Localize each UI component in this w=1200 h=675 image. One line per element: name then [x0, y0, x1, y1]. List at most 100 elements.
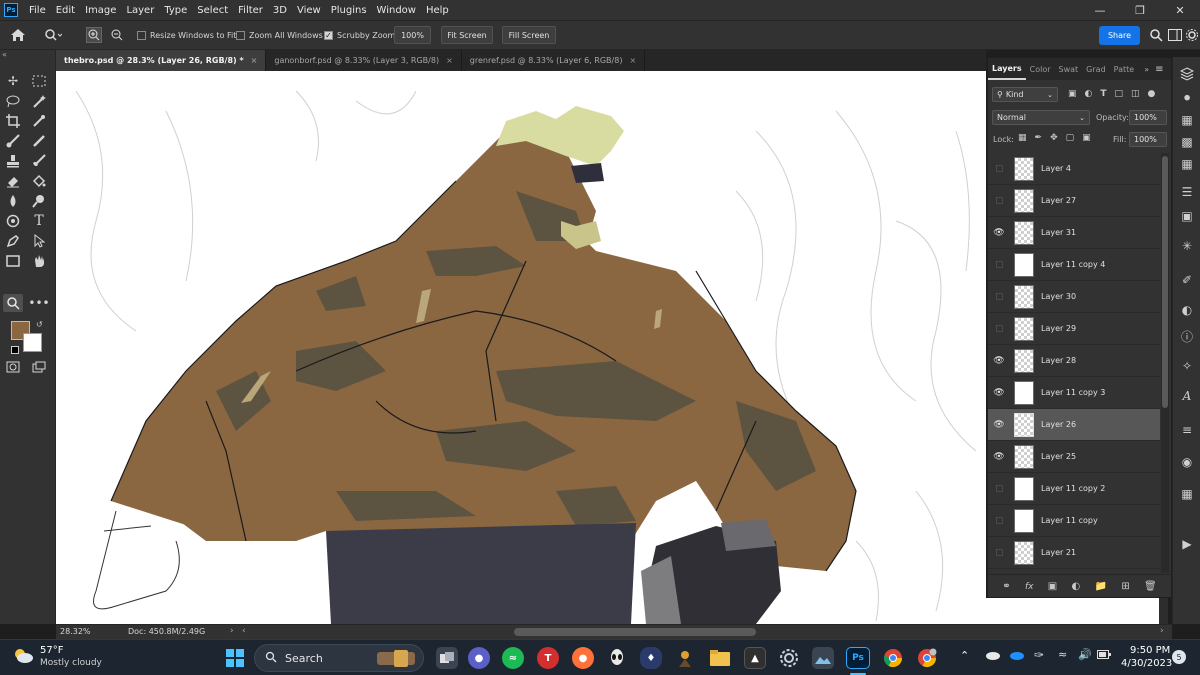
- layer-row[interactable]: 👁 Layer 28: [988, 345, 1160, 377]
- path-pen-icon[interactable]: [3, 232, 23, 250]
- game-shield-icon[interactable]: ♦: [640, 647, 662, 669]
- layer-row[interactable]: 👁 Layer 25: [988, 441, 1160, 473]
- menu-window[interactable]: Window: [372, 5, 421, 16]
- lock-artboard-icon[interactable]: ▢: [1066, 133, 1075, 143]
- zoom-tool-icon[interactable]: [44, 21, 62, 49]
- tab-swatches[interactable]: Swat: [1055, 65, 1083, 74]
- windows-start-icon[interactable]: [224, 647, 246, 669]
- visibility-off-icon[interactable]: [996, 261, 1003, 268]
- alien-app-icon[interactable]: [606, 647, 628, 669]
- pen-tool-icon[interactable]: [3, 212, 23, 230]
- clock-date[interactable]: 4/30/2023: [1121, 658, 1172, 669]
- fit-screen-button[interactable]: Fit Screen: [441, 26, 493, 44]
- firefox-icon[interactable]: ●: [572, 647, 594, 669]
- background-color-swatch[interactable]: [23, 333, 42, 352]
- type-tool-icon[interactable]: T: [29, 212, 49, 230]
- filter-toggle-icon[interactable]: ●: [1148, 89, 1156, 99]
- search-icon[interactable]: [1149, 21, 1163, 49]
- fill-input[interactable]: 100%: [1129, 132, 1167, 147]
- layer-row[interactable]: Layer 30: [988, 281, 1160, 313]
- magic-wand-icon[interactable]: [29, 92, 49, 110]
- spotify-icon[interactable]: ≈: [502, 647, 524, 669]
- menu-plugins[interactable]: Plugins: [326, 5, 372, 16]
- visibility-off-icon[interactable]: [996, 325, 1003, 332]
- fx-icon[interactable]: fx: [1025, 582, 1034, 592]
- more-tools-icon[interactable]: •••: [28, 294, 49, 312]
- tab-gradients[interactable]: Grad: [1082, 65, 1109, 74]
- visibility-off-icon[interactable]: [996, 197, 1003, 204]
- visibility-off-icon[interactable]: [996, 517, 1003, 524]
- clock-time[interactable]: 9:50 PM: [1130, 645, 1170, 656]
- menu-layer[interactable]: Layer: [121, 5, 159, 16]
- weather-cloud-icon[interactable]: [12, 646, 34, 667]
- dodge-tool-icon[interactable]: [29, 192, 49, 210]
- libraries-icon[interactable]: ▣: [1178, 207, 1196, 225]
- swatches-panel-icon[interactable]: ▩: [1178, 133, 1196, 151]
- filter-smart-icon[interactable]: ◫: [1131, 89, 1140, 99]
- layer-row[interactable]: Layer 4: [988, 153, 1160, 185]
- adjustments-icon[interactable]: ☰: [1178, 183, 1196, 201]
- crop-tool-icon[interactable]: [3, 112, 23, 130]
- rectangle-tool-icon[interactable]: [3, 252, 23, 270]
- marquee-tool-icon[interactable]: [29, 72, 49, 90]
- horizontal-scroll-thumb[interactable]: [514, 628, 756, 636]
- minimize-button[interactable]: —: [1080, 0, 1120, 20]
- scroll-right-icon[interactable]: ›: [1160, 626, 1164, 636]
- taskbar-search[interactable]: Search: [254, 644, 424, 672]
- contrast-icon[interactable]: ◐: [1178, 301, 1196, 319]
- collapse-arrows-icon[interactable]: «: [2, 50, 7, 59]
- paint-bucket-icon[interactable]: [29, 172, 49, 190]
- pen-icon[interactable]: ✑: [1034, 648, 1044, 662]
- eye-visibility-icon[interactable]: 👁: [988, 452, 1010, 462]
- panel-expand-icon[interactable]: »: [1144, 65, 1149, 74]
- character-app-icon[interactable]: [674, 647, 696, 669]
- menu-image[interactable]: Image: [80, 5, 121, 16]
- filter-adjustment-icon[interactable]: ◐: [1085, 89, 1093, 99]
- lock-position-icon[interactable]: ✥: [1050, 133, 1058, 143]
- blur-tool-icon[interactable]: [3, 192, 23, 210]
- visibility-off-icon[interactable]: [996, 165, 1003, 172]
- tab-layers[interactable]: Layers: [988, 58, 1026, 80]
- link-layers-icon[interactable]: ⚭: [1002, 581, 1010, 592]
- zoom-tool-selected-icon[interactable]: [3, 294, 23, 312]
- document-canvas[interactable]: [56, 71, 986, 624]
- quick-mask-icon[interactable]: [3, 358, 23, 376]
- panel-menu-icon[interactable]: ≡: [1155, 64, 1163, 75]
- new-layer-icon[interactable]: ⊞: [1121, 581, 1129, 592]
- new-group-icon[interactable]: 📁: [1095, 581, 1107, 592]
- default-colors-icon[interactable]: [11, 346, 19, 354]
- zoom-all-windows-checkbox[interactable]: Zoom All Windows: [236, 21, 323, 49]
- layer-row[interactable]: 👁 Layer 31: [988, 217, 1160, 249]
- visibility-off-icon[interactable]: [996, 293, 1003, 300]
- info-icon[interactable]: ⓘ: [1178, 327, 1196, 345]
- move-tool-icon[interactable]: ✢: [3, 72, 23, 90]
- close-window-button[interactable]: ✕: [1160, 0, 1200, 20]
- lock-pixels-icon[interactable]: ✒: [1035, 133, 1043, 143]
- chrome-profile-icon[interactable]: [916, 647, 938, 669]
- visibility-off-icon[interactable]: [996, 485, 1003, 492]
- menu-view[interactable]: View: [292, 5, 326, 16]
- filter-shape-icon[interactable]: □: [1115, 89, 1124, 99]
- menu-help[interactable]: Help: [421, 5, 454, 16]
- eye-visibility-icon[interactable]: 👁: [988, 420, 1010, 430]
- character-icon[interactable]: A: [1178, 387, 1196, 405]
- settings-gear-icon[interactable]: [1186, 21, 1198, 49]
- status-arrow-icon[interactable]: ›: [230, 626, 234, 636]
- chat-app-icon[interactable]: ●: [468, 647, 490, 669]
- photos-icon[interactable]: [812, 647, 834, 669]
- chevron-up-icon[interactable]: ⌃: [960, 649, 969, 662]
- fill-screen-button[interactable]: Fill Screen: [502, 26, 556, 44]
- menu-filter[interactable]: Filter: [233, 5, 268, 16]
- adjustment-layer-icon[interactable]: ◐: [1072, 581, 1081, 592]
- vectorworks-icon[interactable]: ▲: [744, 647, 766, 669]
- scrubby-zoom-checkbox[interactable]: ✓ Scrubby Zoom: [324, 21, 395, 49]
- eye-visibility-icon[interactable]: 👁: [988, 228, 1010, 238]
- properties-icon[interactable]: ◉: [1178, 453, 1196, 471]
- layers-scrollbar[interactable]: [1161, 153, 1169, 573]
- layer-row[interactable]: Layer 27: [988, 185, 1160, 217]
- photoshop-taskbar-icon[interactable]: Ps: [846, 647, 870, 669]
- opacity-input[interactable]: 100%: [1129, 110, 1167, 125]
- close-tab-icon[interactable]: ×: [629, 56, 636, 65]
- path-select-icon[interactable]: [29, 232, 49, 250]
- hand-tool-icon[interactable]: [29, 252, 49, 270]
